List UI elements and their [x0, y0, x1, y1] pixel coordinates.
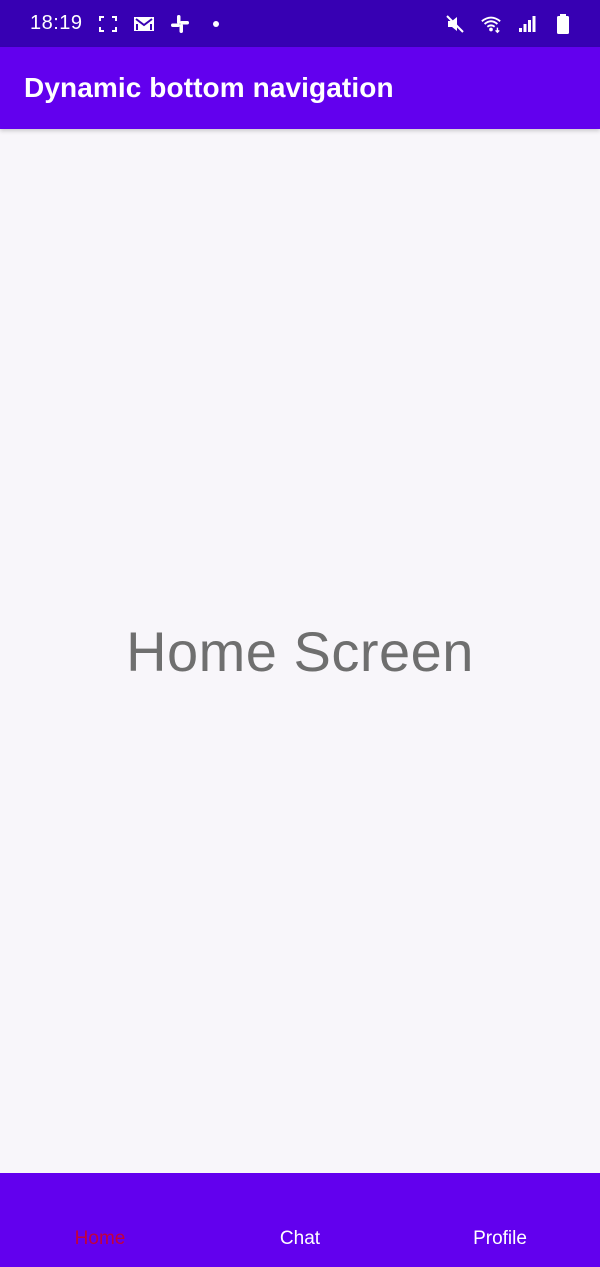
slack-icon [169, 13, 191, 35]
screen-label: Home Screen [126, 619, 474, 683]
screenshot-frame-icon [97, 13, 119, 35]
gmail-icon [133, 13, 155, 35]
dot-icon [205, 13, 227, 35]
nav-item-home[interactable]: Home [0, 1173, 200, 1267]
nav-item-label: Profile [473, 1228, 527, 1249]
app-title: Dynamic bottom navigation [24, 72, 394, 103]
wifi-icon [480, 13, 502, 35]
app-bar: Dynamic bottom navigation [0, 47, 600, 129]
status-time: 18:19 [30, 12, 83, 34]
nav-item-profile[interactable]: Profile [400, 1173, 600, 1267]
signal-icon [516, 13, 538, 35]
mute-icon [444, 13, 466, 35]
bottom-navigation: Home Chat Profile [0, 1173, 600, 1267]
nav-item-label: Home [74, 1228, 126, 1249]
status-bar-left: 18:19 [30, 12, 227, 35]
battery-icon [552, 13, 574, 35]
status-bar-right [444, 13, 574, 35]
nav-item-chat[interactable]: Chat [200, 1173, 400, 1267]
status-bar: 18:19 [0, 0, 600, 47]
phone-screen: 18:19 Dynamic bottom navigation Home Scr… [0, 0, 600, 1267]
main-content: Home Screen [0, 129, 600, 1173]
nav-item-label: Chat [279, 1228, 321, 1249]
